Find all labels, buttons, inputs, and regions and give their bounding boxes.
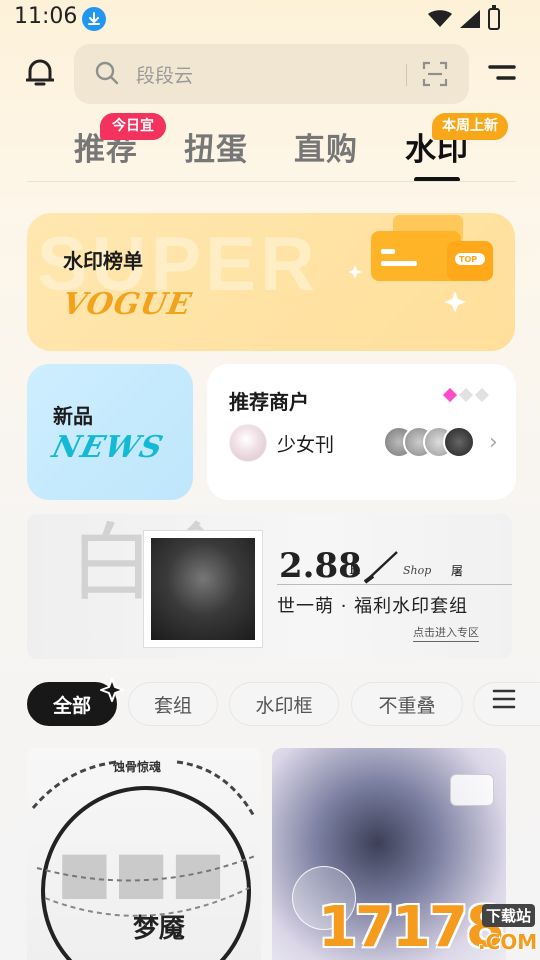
menu-icon[interactable]	[488, 64, 516, 82]
wifi-icon	[428, 10, 452, 27]
carousel-dot-active	[442, 387, 458, 403]
merchant-product-thumbnails	[383, 426, 483, 460]
promo-shop-char: 屠	[451, 564, 464, 578]
new-products-script: NEWS	[48, 430, 168, 465]
download-icon	[82, 7, 106, 31]
tab-gacha[interactable]: 扭蛋	[184, 124, 248, 169]
sparkle-icon	[100, 678, 124, 702]
product-tile[interactable]: 蚀骨惊魂 ■■■ 梦魇	[27, 748, 261, 960]
tab-divider	[27, 181, 516, 182]
carousel-dots	[442, 387, 490, 403]
banner-script: VOGUE	[59, 287, 195, 322]
tab-recommend-badge: 今日宜	[100, 113, 166, 140]
pen-icon	[363, 551, 398, 584]
filter-set[interactable]: 套组	[128, 682, 218, 726]
status-icons	[428, 5, 500, 30]
tab-watermark-badge: 本周上新	[432, 113, 508, 140]
promo-title: 世一萌 · 福利水印套组	[277, 596, 469, 617]
carousel-dot	[474, 387, 490, 403]
filter-no-overlap[interactable]: 不重叠	[351, 682, 463, 726]
bell-icon[interactable]	[26, 58, 54, 88]
search-icon	[95, 61, 119, 85]
search-bar[interactable]: 段段云	[74, 44, 469, 104]
merchant-avatar[interactable]	[229, 424, 267, 462]
chevron-right-icon[interactable]: ›	[489, 430, 498, 455]
promo-divider	[277, 584, 512, 585]
merchant-name[interactable]: 少女刊	[277, 430, 334, 457]
promo-photo	[143, 530, 263, 648]
ranking-cards-icon	[348, 215, 493, 313]
chain-decoration	[31, 760, 257, 917]
banner-title: 水印榜单	[63, 249, 143, 273]
search-input[interactable]: 段段云	[136, 61, 193, 88]
tab-direct-buy[interactable]: 直购	[294, 124, 358, 169]
site-watermark-domain: .COM	[478, 930, 538, 954]
new-products-title: 新品	[53, 404, 93, 428]
product-thumb	[443, 426, 475, 458]
merchant-card-title: 推荐商户	[229, 390, 309, 414]
carousel-dot	[458, 387, 474, 403]
list-menu-icon[interactable]	[492, 688, 516, 710]
search-divider	[406, 64, 407, 86]
scan-icon[interactable]	[422, 61, 448, 87]
filter-watermark-frame[interactable]: 水印框	[229, 682, 339, 726]
signal-icon	[460, 10, 480, 28]
watermark-ranking-banner[interactable]: SUPER 水印榜单 VOGUE TOP	[27, 213, 515, 351]
promo-shop-label: Shop	[403, 564, 432, 577]
battery-icon	[488, 5, 500, 30]
site-watermark: 17178	[318, 895, 505, 960]
site-watermark-label: 下载站	[482, 904, 536, 927]
promo-price-unit: R	[349, 562, 360, 578]
status-time: 11:06	[14, 4, 78, 29]
promo-enter-link[interactable]: 点击进入专区	[413, 624, 479, 642]
recommended-merchant-card[interactable]: 推荐商户 少女刊 ›	[207, 364, 516, 500]
tile-heart-card	[450, 774, 494, 806]
banner-tag: TOP	[459, 255, 478, 264]
new-products-card[interactable]: 新品 NEWS	[27, 364, 193, 500]
promo-banner[interactable]: 余白 2.88 R Shop 屠 世一萌 · 福利水印套组 点击进入专区	[27, 514, 512, 659]
